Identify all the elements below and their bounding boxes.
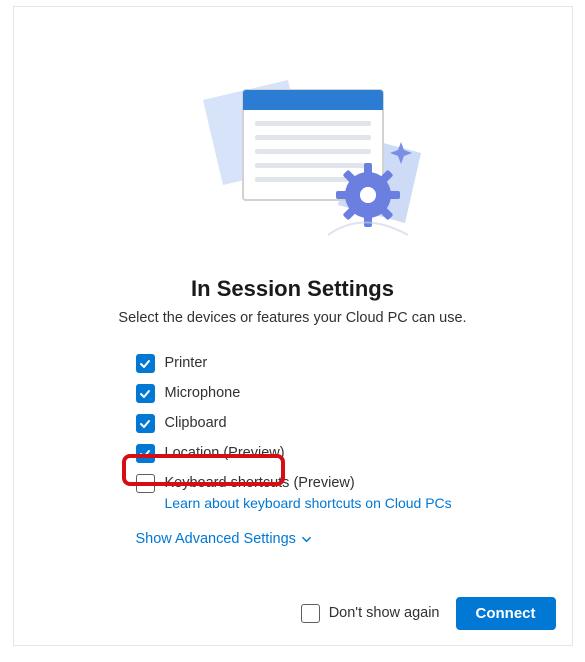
- option-label: Location (Preview): [165, 443, 285, 463]
- settings-illustration-icon: [143, 25, 443, 255]
- check-icon: [139, 388, 151, 400]
- option-label: Clipboard: [165, 413, 227, 433]
- checkbox-dont-show-again[interactable]: [301, 604, 320, 623]
- option-label: Microphone: [165, 383, 241, 403]
- show-advanced-settings-link[interactable]: Show Advanced Settings: [136, 531, 312, 547]
- advanced-link-label: Show Advanced Settings: [136, 531, 296, 547]
- connect-button[interactable]: Connect: [456, 597, 556, 630]
- checkbox-clipboard[interactable]: [136, 414, 155, 433]
- option-clipboard: Clipboard: [136, 408, 572, 438]
- option-printer: Printer: [136, 348, 572, 378]
- hero-illustration: [14, 7, 572, 272]
- checkbox-location[interactable]: [136, 444, 155, 463]
- check-icon: [139, 358, 151, 370]
- option-label: Keyboard shortcuts (Preview): [165, 473, 452, 493]
- chevron-down-icon: [301, 534, 312, 545]
- checkbox-keyboard-shortcuts[interactable]: [136, 474, 155, 493]
- option-location: Location (Preview): [136, 438, 572, 468]
- check-icon: [139, 448, 151, 460]
- checkbox-printer[interactable]: [136, 354, 155, 373]
- dialog-subtitle: Select the devices or features your Clou…: [14, 310, 572, 326]
- option-keyboard-shortcuts: Keyboard shortcuts (Preview) Learn about…: [136, 468, 572, 518]
- check-icon: [139, 418, 151, 430]
- option-microphone: Microphone: [136, 378, 572, 408]
- dont-show-again-toggle[interactable]: Don't show again: [301, 603, 440, 623]
- keyboard-shortcuts-link[interactable]: Learn about keyboard shortcuts on Cloud …: [165, 493, 452, 513]
- options-list: Printer Microphone Clipboard Loc: [14, 348, 572, 518]
- session-settings-dialog: In Session Settings Select the devices o…: [13, 6, 573, 646]
- dont-show-again-label: Don't show again: [329, 605, 440, 621]
- checkbox-microphone[interactable]: [136, 384, 155, 403]
- dialog-title: In Session Settings: [14, 276, 572, 302]
- option-label: Printer: [165, 353, 208, 373]
- dialog-footer: Don't show again Connect: [14, 581, 572, 645]
